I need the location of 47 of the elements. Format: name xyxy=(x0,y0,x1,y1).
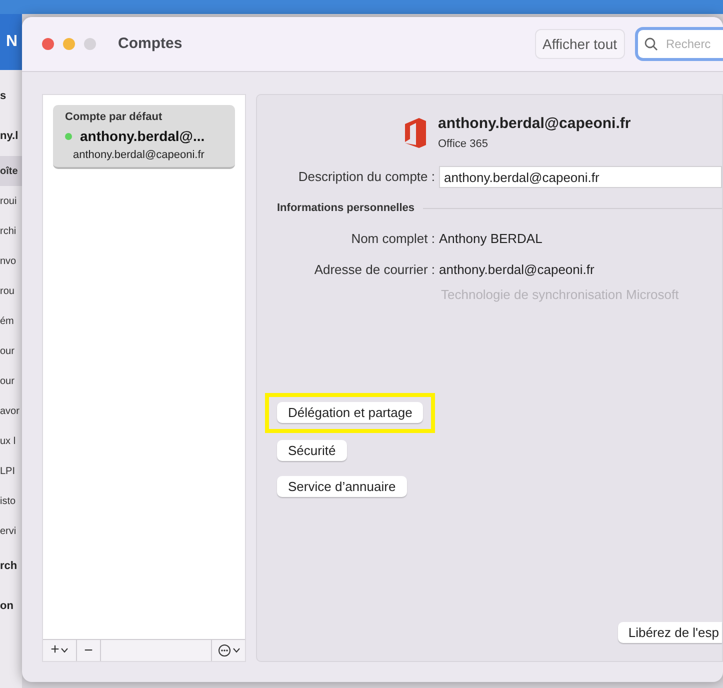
account-item[interactable]: Compte par défaut anthony.berdal@... anthony.berdal@capeoni.fr xyxy=(53,105,235,169)
sidebar-item[interactable]: rch xyxy=(0,546,22,586)
section-title: Informations personnelles xyxy=(277,201,415,216)
sidebar-item[interactable]: s xyxy=(0,76,22,116)
sidebar-item[interactable]: roui xyxy=(0,186,22,216)
account-email: anthony.berdal@capeoni.fr xyxy=(72,148,206,162)
account-name: anthony.berdal@... xyxy=(80,126,205,146)
close-icon[interactable] xyxy=(42,38,54,50)
account-type: Office 365 xyxy=(438,136,489,152)
sidebar-item[interactable]: ém xyxy=(0,306,22,336)
minimize-icon[interactable] xyxy=(63,38,75,50)
sidebar-item[interactable]: rchi xyxy=(0,216,22,246)
add-button[interactable]: + xyxy=(43,640,77,661)
free-space-button[interactable]: Libérez de l'esp xyxy=(618,622,722,643)
search-icon xyxy=(644,37,658,51)
sidebar-item[interactable]: ervi xyxy=(0,516,22,546)
field-value: anthony.berdal@capeoni.fr xyxy=(439,261,594,279)
field-label: Description du compte : xyxy=(297,168,436,186)
sidebar-item[interactable]: rou xyxy=(0,276,22,306)
action-button[interactable]: Délégation et partage xyxy=(277,402,424,424)
toolbar-label: N xyxy=(6,32,18,52)
caret-icon xyxy=(232,648,240,653)
sidebar-item[interactable]: oîte xyxy=(0,156,22,186)
sidebar-item[interactable]: ny.l xyxy=(0,116,22,156)
sidebar-item[interactable]: LPI xyxy=(0,456,22,486)
caret-icon xyxy=(61,648,68,653)
remove-button[interactable]: − xyxy=(77,640,101,661)
sidebar-item[interactable]: our xyxy=(0,336,22,366)
sidebar-item[interactable]: avor xyxy=(0,396,22,426)
account-group-label: Compte par défaut xyxy=(65,110,164,125)
description-field[interactable]: anthony.berdal@capeoni.fr xyxy=(439,166,722,188)
sidebar-item[interactable]: our xyxy=(0,366,22,396)
sidebar-item[interactable]: isto xyxy=(0,486,22,516)
ellipsis-circle-icon xyxy=(218,644,230,657)
sidebar-item[interactable]: on xyxy=(0,586,22,626)
account-title: anthony.berdal@capeoni.fr xyxy=(438,114,631,134)
window-title: Comptes xyxy=(118,34,182,54)
field-label: Nom complet : xyxy=(350,230,436,248)
action-button[interactable]: Service d’annuaire xyxy=(277,476,407,498)
sidebar-item[interactable]: ux l xyxy=(0,426,22,456)
action-button[interactable]: Sécurité xyxy=(277,440,347,462)
field-label: Adresse de courrier : xyxy=(313,261,436,279)
search-field[interactable]: Recherc xyxy=(635,27,723,61)
show-all-button[interactable]: Afficher tout xyxy=(534,29,625,59)
field-value: Anthony BERDAL xyxy=(439,230,542,248)
office-logo-icon xyxy=(402,116,428,148)
sidebar-item[interactable]: nvo xyxy=(0,246,22,276)
